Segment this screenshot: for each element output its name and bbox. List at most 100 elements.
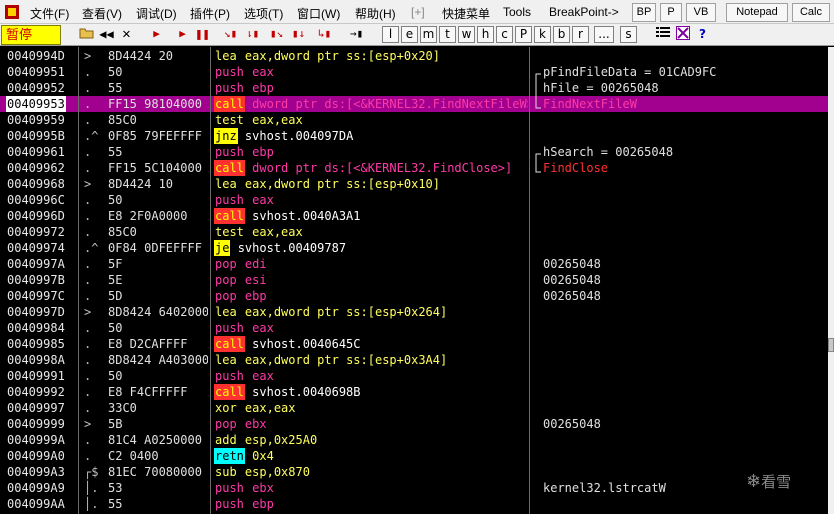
pause-icon[interactable]: ❚❚ [194, 26, 211, 43]
disasm-row[interactable]: 00409968 >8D4424 10 lea eax,dword ptr ss:[… [0, 176, 828, 192]
disassembly-pane[interactable]: 0040994D >8D4424 20 lea eax,dword ptr ss:[… [0, 47, 828, 514]
menu-options[interactable]: 选项(T) [244, 5, 283, 22]
disasm-row[interactable]: 00409999 >5B pop ebx 00265048 [0, 416, 828, 432]
step-into-icon[interactable]: ↘▮ [222, 26, 239, 43]
disasm-row[interactable]: 0040995B .^ 0F85 79FEFFFF jnz svhost.004097… [0, 128, 828, 144]
disasm-row[interactable]: 0040999A. 81C4 A0250000 add esp,0x25A0 [0, 432, 828, 448]
hex-bytes-cell: 5E [108, 273, 123, 287]
disasm-row[interactable]: 004099A0. C2 0400 retn 0x4 [0, 448, 828, 464]
step-over-icon[interactable]: ⇂▮ [244, 26, 261, 43]
instruction-cell: call svhost.0040645C [214, 336, 528, 352]
cpu-window-button[interactable]: c [496, 26, 513, 43]
menu-shortcuts[interactable]: 快捷菜单 [442, 5, 490, 22]
log-window-button[interactable]: l [382, 26, 399, 43]
operand: eax [252, 321, 274, 335]
operand: ebp [244, 289, 267, 303]
hex-bytes-cell: 50 [108, 321, 123, 335]
execute-till-return-icon[interactable]: ↳▮ [316, 26, 333, 43]
vertical-scrollbar[interactable] [828, 47, 834, 514]
hex-bytes-cell: 81EC 70080000 [108, 465, 202, 479]
disasm-row[interactable]: 00409984. 50 push eax [0, 320, 828, 336]
disasm-row[interactable]: 0040997B. 5E pop esi 00265048 [0, 272, 828, 288]
disasm-row[interactable]: 00409992. E8 F4CFFFFF call svhost.0040698B [0, 384, 828, 400]
close-icon[interactable]: ✕ [118, 26, 135, 43]
disasm-row[interactable]: 00409974 .^ 0F84 0DFEFFFF je svhost.0040978… [0, 240, 828, 256]
run-trace-window-button[interactable]: ... [594, 26, 614, 43]
source-window-button[interactable]: s [620, 26, 637, 43]
disasm-row[interactable]: 00409961. 55 push ebp hSearch = 00265048 [0, 144, 828, 160]
open-folder-icon[interactable] [78, 26, 95, 43]
disasm-row[interactable]: 0040997C. 5D pop ebp 00265048 [0, 288, 828, 304]
address-cell: 0040999A [7, 433, 65, 447]
instruction-cell: test eax,eax [214, 224, 528, 240]
vb-plugin-button[interactable]: VB [686, 3, 716, 22]
windows-window-button[interactable]: w [458, 26, 475, 43]
comment-cell: FindNextFileW [543, 97, 637, 111]
disasm-row[interactable]: 00409985. E8 D2CAFFFF call svhost.0040645C [0, 336, 828, 352]
disasm-row[interactable]: 00409972. 85C0 test eax,eax [0, 224, 828, 240]
jump-marker: > [84, 305, 92, 319]
disasm-row[interactable]: 004099A3 ┌$ 81EC 70080000 sub esp,0x870 [0, 464, 828, 480]
menu-plugins[interactable]: 插件(P) [190, 5, 230, 22]
call-argument-brackets [535, 73, 541, 173]
address-cell: 0040997A [7, 257, 65, 271]
disasm-row[interactable]: 00409962. FF15 5C104000 call dword ptr ds:… [0, 160, 828, 176]
disasm-row[interactable]: 00409953. FF15 98104000 call dword ptr ds:… [0, 96, 828, 112]
operand: esp, [244, 465, 274, 479]
threads-window-button[interactable]: t [439, 26, 456, 43]
address-cell: 0040997B [7, 273, 65, 287]
rewind-icon[interactable]: ◀◀ [98, 26, 115, 43]
address-column-divider[interactable] [78, 47, 79, 514]
hex-bytes-cell: E8 2F0A0000 [108, 209, 188, 223]
patches-window-button[interactable]: P [515, 26, 532, 43]
menu-view[interactable]: 查看(V) [82, 5, 122, 22]
disasm-row[interactable]: 0040997D >8D8424 64020000 lea eax,dword pt… [0, 304, 828, 320]
animate-over-icon[interactable]: ▮↓ [290, 26, 307, 43]
breakpoints-window-button[interactable]: b [553, 26, 570, 43]
menu-help[interactable]: 帮助(H) [355, 5, 396, 22]
calc-plugin-button[interactable]: Calc [792, 3, 830, 22]
handles-window-button[interactable]: h [477, 26, 494, 43]
hex-column-divider[interactable] [210, 47, 211, 514]
disasm-row[interactable]: 004099A9 │. 53 push ebx kernel32.lstrcatW [0, 480, 828, 496]
appearance-icon[interactable] [674, 26, 691, 43]
references-window-button[interactable]: r [572, 26, 589, 43]
menu-window[interactable]: 窗口(W) [297, 5, 340, 22]
disasm-row[interactable]: 00409951. 50 push eax pFindFileData = 01CAD… [0, 64, 828, 80]
menu-tools[interactable]: Tools [503, 5, 531, 19]
call-stack-window-button[interactable]: k [534, 26, 551, 43]
menu-add-button[interactable]: [+] [411, 5, 425, 19]
modules-window-button[interactable]: e [401, 26, 418, 43]
disasm-column-divider[interactable] [529, 47, 530, 514]
goto-address-icon[interactable]: →▮ [348, 26, 365, 43]
disasm-row[interactable]: 0040996D. E8 2F0A0000 call svhost.0040A3A1 [0, 208, 828, 224]
scrollbar-thumb[interactable] [828, 338, 834, 352]
bp-plugin-button[interactable]: BP [632, 3, 656, 22]
address-cell: 00409962 [7, 161, 65, 175]
hex-bytes-cell: 5D [108, 289, 123, 303]
disasm-row[interactable]: 0040994D >8D4424 20 lea eax,dword ptr ss:[… [0, 48, 828, 64]
disasm-row[interactable]: 00409991. 50 push eax [0, 368, 828, 384]
p-plugin-button[interactable]: P [660, 3, 682, 22]
hex-bytes-cell: E8 D2CAFFFF [108, 337, 188, 351]
run-icon[interactable]: ▶ [174, 26, 191, 43]
animate-into-icon[interactable]: ▮↘ [268, 26, 285, 43]
disasm-row[interactable]: 00409952. 55 push ebp hFile = 00265048 [0, 80, 828, 96]
help-icon[interactable]: ? [694, 26, 711, 43]
disasm-row[interactable]: 00409959. 85C0 test eax,eax [0, 112, 828, 128]
disasm-row[interactable]: 004099AA │. 55 push ebp [0, 496, 828, 512]
hex-bytes-cell: 85C0 [108, 225, 137, 239]
list-icon[interactable] [654, 26, 671, 43]
disasm-row[interactable]: 00409997. 33C0 xor eax,eax [0, 400, 828, 416]
run-icon[interactable]: ▶ [148, 26, 165, 43]
address-cell: 00409999 [7, 417, 65, 431]
menu-debug[interactable]: 调试(D) [136, 5, 177, 22]
disasm-row[interactable]: 0040996C. 50 push eax [0, 192, 828, 208]
hex-bytes-cell: 55 [108, 497, 123, 511]
disasm-row[interactable]: 0040998A. 8D8424 A4030000 lea eax,dword pt… [0, 352, 828, 368]
notepad-plugin-button[interactable]: Notepad [726, 3, 788, 22]
disasm-row[interactable]: 0040997A. 5F pop edi 00265048 [0, 256, 828, 272]
memory-window-button[interactable]: m [420, 26, 437, 43]
menu-file[interactable]: 文件(F) [30, 5, 69, 22]
menu-breakpoint[interactable]: BreakPoint-> [549, 5, 619, 19]
